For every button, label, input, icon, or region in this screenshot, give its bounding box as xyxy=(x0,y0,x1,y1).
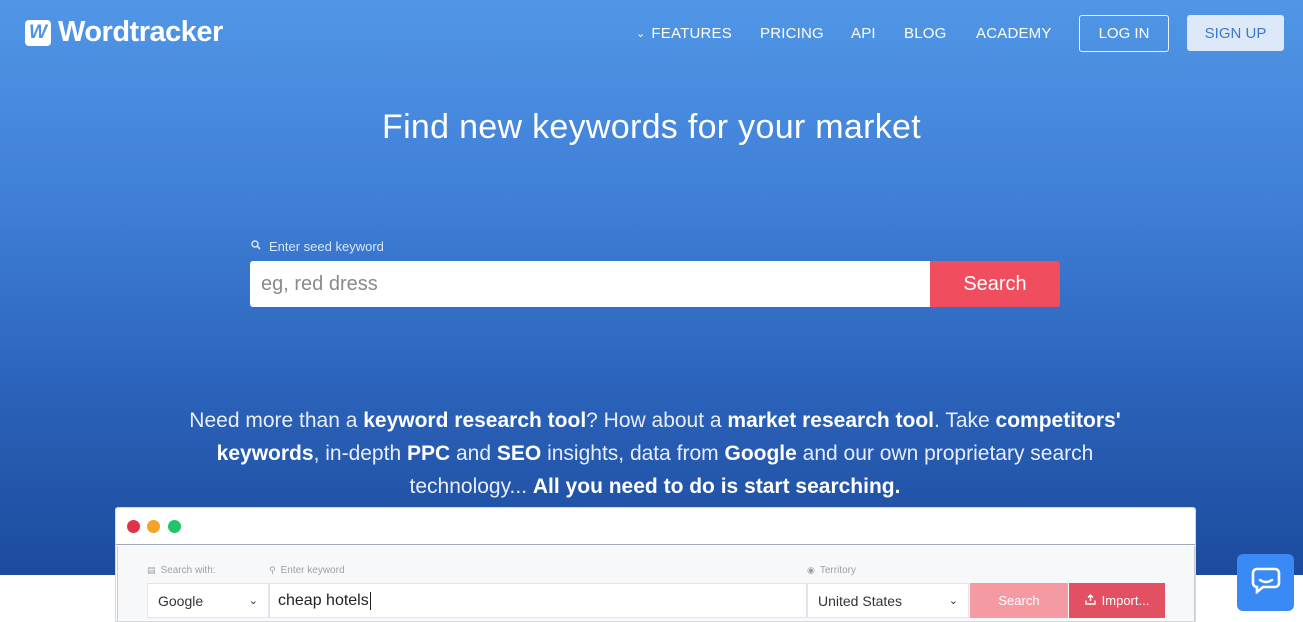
engine-select-value: Google xyxy=(158,592,204,609)
logo-text: Wordtracker xyxy=(58,16,223,48)
signup-button[interactable]: SIGN UP xyxy=(1187,15,1284,51)
keyword-input[interactable]: cheap hotels xyxy=(269,583,807,618)
tagline-emphasis: market research tool xyxy=(727,409,935,432)
keyword-input-value: cheap hotels xyxy=(278,591,369,609)
nav-academy[interactable]: ACADEMY xyxy=(976,25,1052,42)
upload-icon xyxy=(1084,593,1096,608)
tagline-emphasis: keyword research tool xyxy=(363,409,587,432)
tagline-text: . Take xyxy=(934,409,996,432)
seed-keyword-label: Enter seed keyword xyxy=(251,239,384,254)
territory-select[interactable]: United States ⌄ xyxy=(807,583,969,618)
search-with-label: ▤ Search with: xyxy=(147,565,216,576)
tagline-text: and xyxy=(450,442,497,465)
keyword-label: ⚲ Enter keyword xyxy=(269,565,345,576)
tagline-text: , in-depth xyxy=(313,442,407,465)
seed-keyword-input[interactable] xyxy=(250,261,930,307)
logo-mark-icon: W xyxy=(25,19,51,46)
tagline-text: Need more than a xyxy=(189,409,364,432)
tagline-text: ? How about a xyxy=(586,409,728,432)
preview-search-button[interactable]: Search xyxy=(970,583,1068,618)
app-preview-body: ▤ Search with: Google ⌄ ⚲ Enter keyword ch… xyxy=(117,546,1195,621)
territory-select-value: United States xyxy=(818,592,903,609)
search-button[interactable]: Search xyxy=(930,261,1060,307)
engine-select[interactable]: Google ⌄ xyxy=(147,583,269,618)
globe-icon: ◉ xyxy=(807,565,815,575)
keyword-label-text: Enter keyword xyxy=(280,565,345,576)
nav-api[interactable]: API xyxy=(851,25,876,42)
nav-features[interactable]: ⌄ FEATURES xyxy=(636,25,732,42)
chevron-down-icon: ⌄ xyxy=(248,595,258,607)
chevron-down-icon: ⌄ xyxy=(948,595,958,607)
search-icon xyxy=(251,240,261,253)
search-with-label-text: Search with: xyxy=(160,565,216,576)
tagline-emphasis: Google xyxy=(724,442,797,465)
chevron-down-icon: ⌄ xyxy=(636,28,646,40)
hero-section: W Wordtracker ⌄ FEATURES PRICING API BLOG… xyxy=(0,0,1303,575)
window-maximize-dot xyxy=(168,520,181,533)
text-caret xyxy=(369,591,371,610)
seed-keyword-label-text: Enter seed keyword xyxy=(269,239,384,254)
chat-widget-button[interactable] xyxy=(1237,554,1294,611)
logo[interactable]: W Wordtracker xyxy=(25,16,223,49)
page-title: Find new keywords for your market xyxy=(382,108,921,146)
territory-label: ◉ Territory xyxy=(807,565,856,576)
list-icon: ▤ xyxy=(147,565,156,575)
import-button-label: Import... xyxy=(1101,593,1150,608)
window-title-bar xyxy=(116,508,1195,545)
window-minimize-dot xyxy=(147,520,160,533)
app-preview-window: ▤ Search with: Google ⌄ ⚲ Enter keyword ch… xyxy=(115,507,1196,622)
tagline: Need more than a keyword research tool? … xyxy=(160,404,1150,503)
chat-icon xyxy=(1251,566,1281,599)
nav-blog[interactable]: BLOG xyxy=(904,25,946,42)
tagline-text: insights, data from xyxy=(541,442,725,465)
tagline-emphasis: PPC xyxy=(406,442,451,465)
tagline-emphasis: SEO xyxy=(496,442,542,465)
territory-label-text: Territory xyxy=(819,565,856,576)
nav-features-label: FEATURES xyxy=(651,25,732,42)
tagline-emphasis: All you need to do is start searching. xyxy=(532,475,901,498)
search-icon: ⚲ xyxy=(269,565,276,575)
login-button[interactable]: LOG IN xyxy=(1079,15,1169,52)
window-close-dot xyxy=(127,520,140,533)
import-button[interactable]: Import... xyxy=(1069,583,1165,618)
nav-pricing[interactable]: PRICING xyxy=(760,25,824,42)
